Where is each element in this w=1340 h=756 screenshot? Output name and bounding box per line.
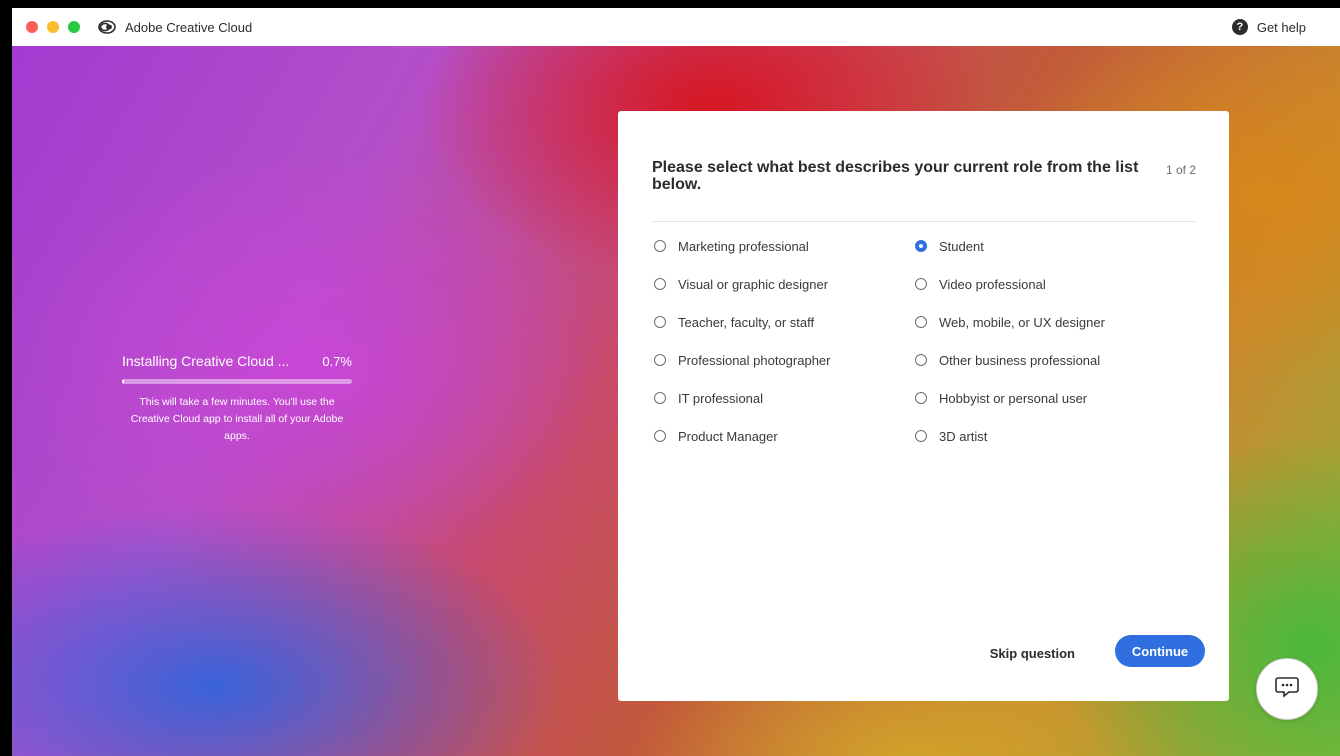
radio-button[interactable] [915, 392, 927, 404]
install-header: Installing Creative Cloud ... 0.7% [122, 353, 352, 369]
chat-button[interactable] [1256, 658, 1318, 720]
role-option-3d-artist[interactable]: 3D artist [915, 426, 1205, 446]
install-percent: 0.7% [322, 354, 352, 369]
option-label: Video professional [939, 276, 1046, 292]
radio-button[interactable] [915, 354, 927, 366]
role-option-product-manager[interactable]: Product Manager [654, 426, 915, 446]
maximize-window-button[interactable] [68, 21, 80, 33]
window-title: Adobe Creative Cloud [125, 19, 253, 35]
option-label: Product Manager [678, 428, 778, 444]
role-option-business-professional[interactable]: Other business professional [915, 350, 1205, 370]
role-question-card: Please select what best describes your c… [618, 111, 1229, 701]
install-title: Installing Creative Cloud ... [122, 353, 290, 369]
option-label: Hobbyist or personal user [939, 390, 1088, 406]
install-description: This will take a few minutes. You'll use… [130, 396, 344, 442]
radio-button[interactable] [654, 316, 666, 328]
role-option-visual-designer[interactable]: Visual or graphic designer [654, 274, 915, 294]
radio-button[interactable] [654, 430, 666, 442]
get-help-label: Get help [1256, 19, 1306, 35]
question-circle-icon: ? [1231, 19, 1248, 35]
option-label: Other business professional [939, 352, 1101, 368]
role-option-marketing-professional[interactable]: Marketing professional [654, 236, 915, 256]
install-progress-fill [122, 379, 125, 384]
app-window: Adobe Creative Cloud ? Get help Installi… [12, 8, 1340, 756]
role-option-student[interactable]: Student [915, 236, 1205, 256]
radio-button[interactable] [915, 316, 927, 328]
window-controls [26, 21, 80, 33]
radio-button[interactable] [654, 240, 666, 252]
radio-button[interactable] [915, 430, 927, 442]
option-label: Student [939, 238, 984, 254]
divider [652, 221, 1196, 222]
question-title: Please select what best describes your c… [652, 159, 1139, 193]
radio-button[interactable] [654, 354, 666, 366]
role-options: Marketing professional Student Visual or… [654, 236, 1214, 446]
option-label: 3D artist [939, 428, 988, 444]
get-help-link[interactable]: ? Get help [1231, 8, 1306, 46]
option-label: Professional photographer [678, 352, 831, 368]
skip-question-button[interactable]: Skip question [984, 645, 1081, 662]
install-status: Installing Creative Cloud ... 0.7% This … [122, 353, 352, 445]
option-label: IT professional [678, 390, 764, 406]
chat-bubble-icon [1275, 676, 1299, 703]
radio-button[interactable] [915, 240, 927, 252]
creative-cloud-logo-icon [98, 18, 116, 36]
close-window-button[interactable] [26, 21, 38, 33]
role-option-ux-designer[interactable]: Web, mobile, or UX designer [915, 312, 1205, 332]
option-label: Visual or graphic designer [678, 276, 829, 292]
role-option-photographer[interactable]: Professional photographer [654, 350, 915, 370]
title-bar: Adobe Creative Cloud ? Get help [12, 8, 1340, 46]
radio-button[interactable] [654, 392, 666, 404]
question-step-indicator: 1 of 2 [1165, 163, 1196, 177]
radio-button[interactable] [654, 278, 666, 290]
option-label: Teacher, faculty, or staff [678, 314, 815, 330]
role-option-hobbyist[interactable]: Hobbyist or personal user [915, 388, 1205, 408]
role-option-teacher[interactable]: Teacher, faculty, or staff [654, 312, 915, 332]
option-label: Marketing professional [678, 238, 809, 254]
radio-button[interactable] [915, 278, 927, 290]
continue-button[interactable]: Continue [1115, 635, 1205, 667]
minimize-window-button[interactable] [47, 21, 59, 33]
role-option-video-professional[interactable]: Video professional [915, 274, 1205, 294]
role-option-it-professional[interactable]: IT professional [654, 388, 915, 408]
option-label: Web, mobile, or UX designer [939, 314, 1105, 330]
install-progress-bar [122, 379, 352, 384]
